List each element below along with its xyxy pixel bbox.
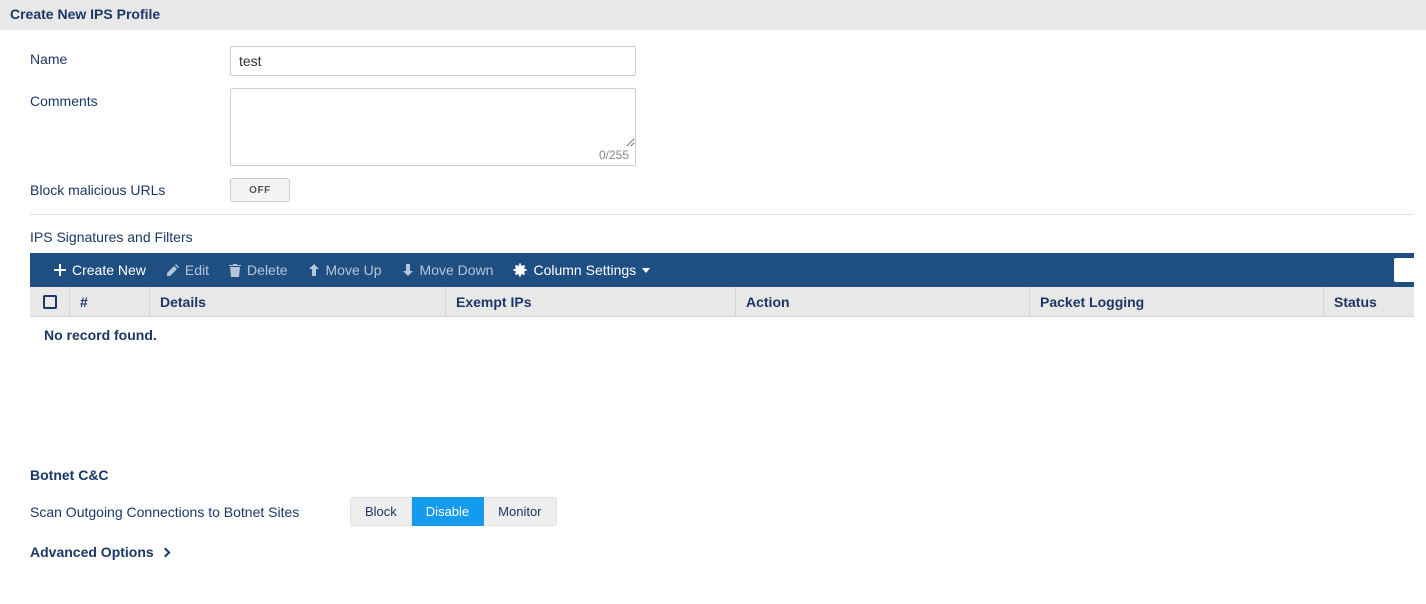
signatures-grid-empty: No record found. [30,317,1414,457]
delete-label: Delete [247,262,287,278]
comments-char-count: 0/255 [231,147,635,165]
botnet-option-disable[interactable]: Disable [412,497,484,526]
page-title: Create New IPS Profile [0,0,1426,30]
column-settings-label: Column Settings [533,262,636,278]
toolbar-search-stub[interactable] [1394,258,1414,282]
delete-button[interactable]: Delete [219,253,297,287]
signatures-section-label: IPS Signatures and Filters [30,229,1414,245]
col-header-packet-logging[interactable]: Packet Logging [1030,287,1324,316]
edit-label: Edit [185,262,209,278]
name-label: Name [30,46,230,67]
col-header-action[interactable]: Action [736,287,1030,316]
create-new-button[interactable]: Create New [44,253,156,287]
chevron-down-icon [642,268,650,273]
arrow-down-icon [402,264,414,276]
checkbox-icon [43,295,57,309]
trash-icon [229,264,241,277]
signatures-toolbar: Create New Edit Delete Move Up Move Down [30,253,1414,287]
col-header-details[interactable]: Details [150,287,446,316]
arrow-up-icon [308,264,320,276]
botnet-scan-segmented: Block Disable Monitor [350,497,557,526]
botnet-option-monitor[interactable]: Monitor [484,497,556,526]
move-down-label: Move Down [420,262,494,278]
block-urls-toggle[interactable]: OFF [230,178,290,202]
move-up-label: Move Up [326,262,382,278]
divider [30,214,1414,215]
select-all-checkbox[interactable] [30,287,70,316]
chevron-right-icon [160,547,170,557]
create-new-label: Create New [72,262,146,278]
botnet-scan-label: Scan Outgoing Connections to Botnet Site… [30,504,340,520]
advanced-options-toggle[interactable]: Advanced Options [30,544,169,560]
col-header-exempt-ips[interactable]: Exempt IPs [446,287,736,316]
name-input[interactable] [230,46,636,76]
botnet-option-block[interactable]: Block [350,497,412,526]
move-down-button[interactable]: Move Down [392,253,504,287]
plus-icon [54,264,66,276]
edit-icon [166,264,179,277]
col-header-number[interactable]: # [70,287,150,316]
col-header-status[interactable]: Status [1324,287,1414,316]
move-up-button[interactable]: Move Up [298,253,392,287]
botnet-section-title: Botnet C&C [30,467,1414,483]
comments-label: Comments [30,88,230,109]
block-urls-label: Block malicious URLs [30,182,230,198]
edit-button[interactable]: Edit [156,253,219,287]
gear-icon [513,263,527,277]
column-settings-button[interactable]: Column Settings [503,253,660,287]
comments-textarea[interactable] [231,89,635,147]
advanced-options-label: Advanced Options [30,544,154,560]
signatures-grid-header: # Details Exempt IPs Action Packet Loggi… [30,287,1414,317]
